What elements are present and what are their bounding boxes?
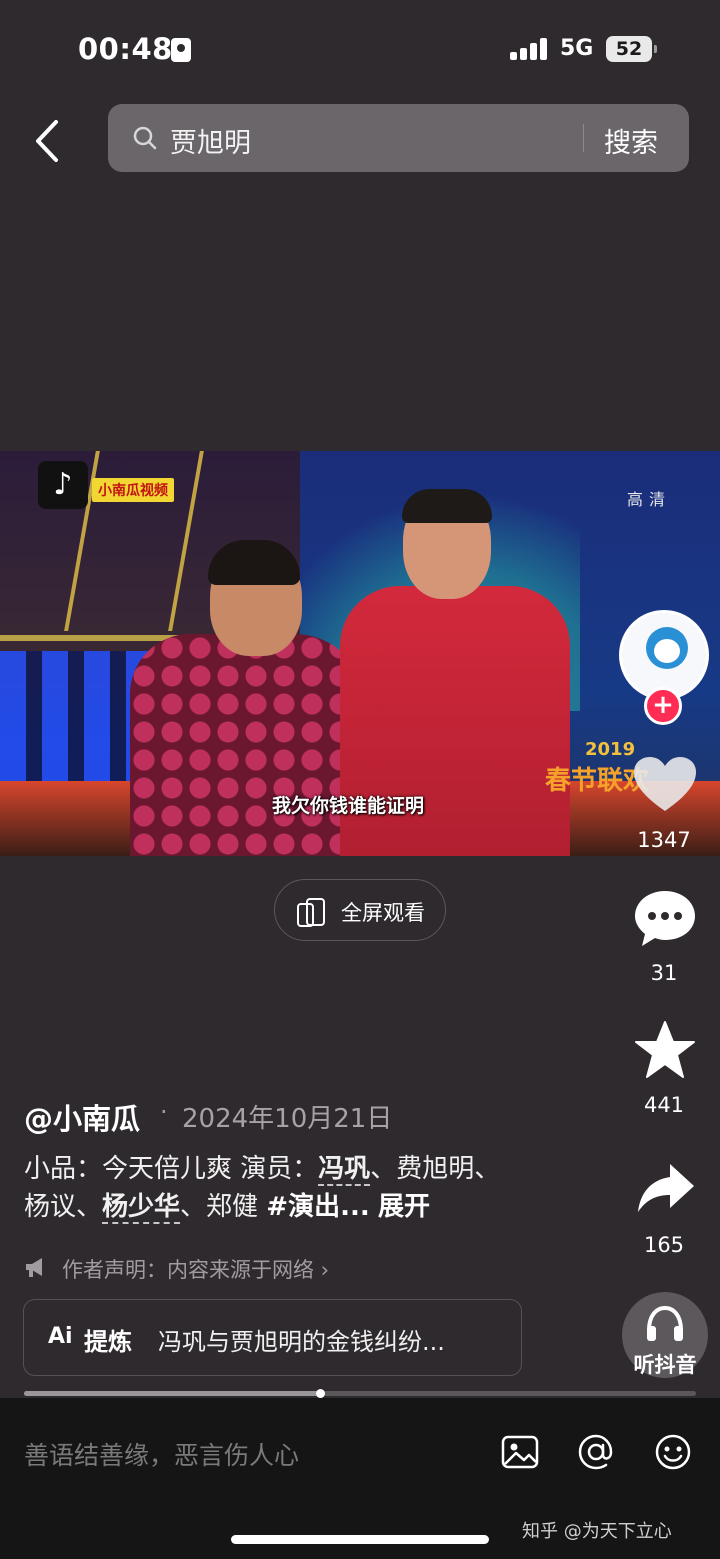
favorite-count: 441 — [643, 1093, 685, 1117]
search-divider — [583, 124, 584, 152]
headphones-icon — [647, 1305, 683, 1341]
author-name[interactable]: @小南瓜 — [24, 1096, 140, 1138]
listen-label: 听抖音 — [633, 1353, 697, 1377]
ai-icon: Ai — [48, 1324, 73, 1349]
rotate-screen-icon — [297, 898, 325, 927]
image-icon[interactable] — [500, 1432, 540, 1472]
search-button[interactable]: 搜索 — [604, 121, 658, 160]
separator-dot: · — [160, 1098, 168, 1126]
desc-text: 、郑健 — [180, 1192, 267, 1222]
share-icon[interactable] — [636, 1162, 696, 1214]
douyin-logo-icon: ♪ — [38, 461, 88, 509]
star-icon[interactable] — [634, 1020, 696, 1080]
actor-link[interactable]: 冯巩 — [318, 1154, 371, 1186]
watermark: 知乎 @为天下立心 — [522, 1521, 672, 1542]
back-button[interactable] — [30, 118, 70, 164]
share-count: 165 — [643, 1233, 685, 1257]
video-progress[interactable] — [24, 1389, 696, 1398]
declaration-text: 作者声明：内容来源于网络 › — [62, 1258, 330, 1282]
quality-label: 高清 — [627, 490, 672, 509]
fullscreen-button[interactable]: 全屏观看 — [274, 879, 446, 941]
summary-text: 冯巩与贾旭明的金钱纠纷... — [158, 1328, 445, 1356]
video-subtitle: 我欠你钱谁能证明 — [272, 795, 425, 817]
search-icon — [133, 126, 157, 150]
signal-icon — [510, 38, 550, 60]
progress-fill — [24, 1391, 320, 1396]
comment-icon[interactable] — [632, 888, 698, 950]
hashtag-link[interactable]: #演出... — [266, 1192, 369, 1222]
comment-count: 31 — [650, 961, 678, 985]
battery-icon: 52 — [606, 36, 657, 62]
follow-button[interactable]: + — [644, 687, 682, 725]
source-tag: 小南瓜视频 — [92, 478, 174, 502]
status-bar: 00:48 5G 52 — [0, 0, 720, 100]
megaphone-icon — [26, 1258, 42, 1277]
post-description: 小品：今天倍儿爽 演员：冯巩、费旭明、杨议、杨少华、郑健 #演出... 展开 — [24, 1150, 524, 1226]
post-date: 2024年10月21日 — [182, 1104, 393, 1134]
fullscreen-label: 全屏观看 — [341, 901, 425, 925]
ai-summary-card[interactable]: Ai 提炼 冯巩与贾旭明的金钱纠纷... — [23, 1299, 522, 1376]
progress-handle[interactable] — [315, 1389, 325, 1398]
search-bar[interactable]: 贾旭明 搜索 — [108, 104, 689, 172]
comment-input[interactable]: 善语结善缘，恶言伤人心 — [24, 1436, 299, 1472]
expand-button[interactable]: 展开 — [378, 1192, 430, 1222]
chevron-left-icon — [36, 120, 58, 162]
like-count: 1347 — [637, 828, 691, 852]
status-time: 00:48 — [78, 32, 173, 66]
heart-icon[interactable] — [632, 755, 698, 815]
video-player[interactable]: ♪ 小南瓜视频 高清 2019 春节联欢 我欠你钱谁能证明 — [0, 451, 720, 856]
desc-text: 小品：今天倍儿爽 演员： — [24, 1154, 319, 1184]
search-input[interactable]: 贾旭明 — [170, 121, 251, 160]
summary-label: 提炼 — [84, 1328, 132, 1356]
actor-link[interactable]: 杨少华 — [102, 1192, 181, 1224]
mention-icon[interactable] — [576, 1432, 616, 1472]
emoji-icon[interactable] — [653, 1432, 693, 1472]
network-type: 5G — [560, 36, 594, 61]
id-card-icon — [171, 38, 191, 62]
home-indicator[interactable] — [231, 1535, 489, 1544]
